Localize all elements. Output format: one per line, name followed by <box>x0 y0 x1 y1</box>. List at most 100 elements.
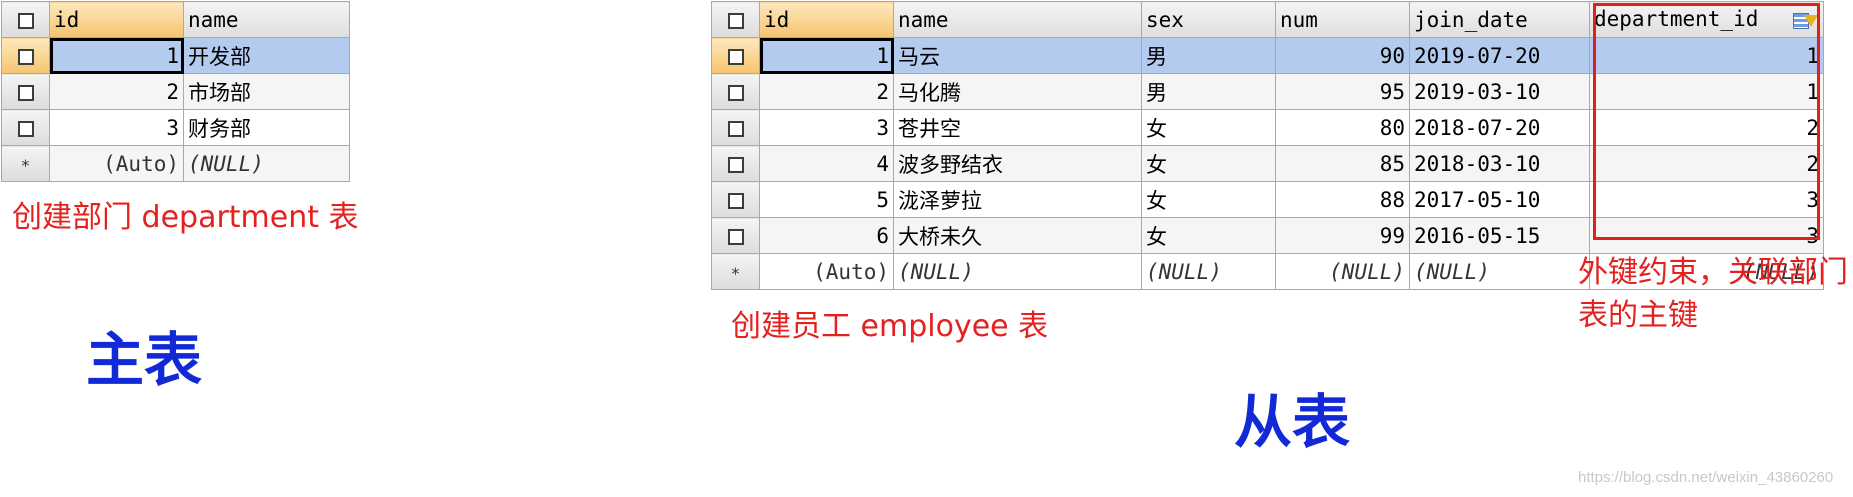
column-header-label: department_id <box>1594 6 1759 31</box>
checkbox-icon <box>727 120 744 137</box>
row-checkbox[interactable] <box>711 145 760 182</box>
cell-id[interactable]: 1 <box>49 37 184 74</box>
cell-id[interactable]: (Auto) <box>759 253 894 290</box>
cell-num[interactable]: 88 <box>1275 181 1410 218</box>
column-header-num[interactable]: num <box>1275 1 1410 38</box>
row-checkbox[interactable] <box>711 181 760 218</box>
cell-sex[interactable]: (NULL) <box>1141 253 1276 290</box>
checkbox-icon <box>727 84 744 101</box>
column-header-name[interactable]: name <box>183 1 350 38</box>
checkbox-icon <box>17 12 34 29</box>
cell-department-id[interactable]: 3 <box>1589 181 1824 218</box>
cell-num[interactable]: (NULL) <box>1275 253 1410 290</box>
column-header-department-id[interactable]: department_id <box>1589 1 1824 38</box>
table-row[interactable]: 1 马云 男 90 2019-07-20 1 <box>711 37 1824 74</box>
cell-department-id[interactable]: 2 <box>1589 109 1824 146</box>
cell-join-date[interactable]: (NULL) <box>1409 253 1590 290</box>
table-row[interactable]: 5 泷泽萝拉 女 88 2017-05-10 3 <box>711 181 1824 218</box>
table-row[interactable]: 4 波多野结衣 女 85 2018-03-10 2 <box>711 145 1824 182</box>
checkbox-icon <box>17 48 34 65</box>
row-checkbox[interactable] <box>711 109 760 146</box>
checkbox-icon <box>17 120 34 137</box>
checkbox-icon <box>727 48 744 65</box>
checkbox-icon <box>727 192 744 209</box>
department-grid: id name 1 开发部 2 市场部 3 财务部 * (Auto) (NULL… <box>1 1 350 182</box>
column-header-sex[interactable]: sex <box>1141 1 1276 38</box>
master-table-label: 主表 <box>86 326 203 394</box>
row-checkbox[interactable] <box>1 37 50 74</box>
table-row[interactable]: 2 市场部 <box>1 73 350 110</box>
cell-sex[interactable]: 女 <box>1141 217 1276 254</box>
cell-id[interactable]: 6 <box>759 217 894 254</box>
cell-name[interactable]: (NULL) <box>183 145 350 182</box>
cell-name[interactable]: 波多野结衣 <box>893 145 1142 182</box>
row-checkbox[interactable] <box>711 217 760 254</box>
row-checkbox[interactable] <box>711 73 760 110</box>
cell-name[interactable]: 马化腾 <box>893 73 1142 110</box>
cell-department-id[interactable]: 2 <box>1589 145 1824 182</box>
cell-department-id[interactable]: 3 <box>1589 217 1824 254</box>
table-row[interactable]: 3 苍井空 女 80 2018-07-20 2 <box>711 109 1824 146</box>
cell-join-date[interactable]: 2019-07-20 <box>1409 37 1590 74</box>
cell-id[interactable]: 2 <box>49 73 184 110</box>
cell-id[interactable]: 3 <box>49 109 184 146</box>
cell-num[interactable]: 85 <box>1275 145 1410 182</box>
checkbox-icon <box>727 228 744 245</box>
cell-sex[interactable]: 男 <box>1141 73 1276 110</box>
watermark: https://blog.csdn.net/weixin_43860260 <box>1578 469 1834 486</box>
table-row[interactable]: 1 开发部 <box>1 37 350 74</box>
cell-sex[interactable]: 男 <box>1141 37 1276 74</box>
new-row[interactable]: * (Auto) (NULL) <box>1 145 350 182</box>
row-checkbox[interactable] <box>1 109 50 146</box>
employee-grid: id name sex num join_date department_id … <box>711 1 1824 290</box>
cell-sex[interactable]: 女 <box>1141 109 1276 146</box>
cell-name[interactable]: 泷泽萝拉 <box>893 181 1142 218</box>
cell-join-date[interactable]: 2019-03-10 <box>1409 73 1590 110</box>
column-header-id[interactable]: id <box>49 1 184 38</box>
employee-caption: 创建员工 employee 表 <box>731 309 1049 344</box>
cell-id[interactable]: (Auto) <box>49 145 184 182</box>
cell-sex[interactable]: 女 <box>1141 145 1276 182</box>
row-checkbox[interactable] <box>1 73 50 110</box>
select-all-checkbox[interactable] <box>711 1 760 38</box>
table-row[interactable]: 2 马化腾 男 95 2019-03-10 1 <box>711 73 1824 110</box>
cell-id[interactable]: 4 <box>759 145 894 182</box>
select-all-checkbox[interactable] <box>1 1 50 38</box>
column-header-id[interactable]: id <box>759 1 894 38</box>
cell-name[interactable]: (NULL) <box>893 253 1142 290</box>
cell-id[interactable]: 1 <box>759 37 894 74</box>
cell-name[interactable]: 开发部 <box>183 37 350 74</box>
cell-num[interactable]: 95 <box>1275 73 1410 110</box>
cell-department-id[interactable]: 1 <box>1589 73 1824 110</box>
cell-join-date[interactable]: 2017-05-10 <box>1409 181 1590 218</box>
checkbox-icon <box>727 156 744 173</box>
department-caption: 创建部门 department 表 <box>12 200 359 235</box>
cell-id[interactable]: 5 <box>759 181 894 218</box>
new-row-marker: * <box>1 145 50 182</box>
cell-sex[interactable]: 女 <box>1141 181 1276 218</box>
cell-join-date[interactable]: 2018-03-10 <box>1409 145 1590 182</box>
table-row[interactable]: 6 大桥未久 女 99 2016-05-15 3 <box>711 217 1824 254</box>
table-row[interactable]: 3 财务部 <box>1 109 350 146</box>
cell-name[interactable]: 市场部 <box>183 73 350 110</box>
cell-num[interactable]: 99 <box>1275 217 1410 254</box>
cell-name[interactable]: 马云 <box>893 37 1142 74</box>
cell-num[interactable]: 80 <box>1275 109 1410 146</box>
cell-join-date[interactable]: 2018-07-20 <box>1409 109 1590 146</box>
cell-join-date[interactable]: 2016-05-15 <box>1409 217 1590 254</box>
filter-icon[interactable] <box>1793 11 1819 33</box>
cell-name[interactable]: 大桥未久 <box>893 217 1142 254</box>
cell-id[interactable]: 2 <box>759 73 894 110</box>
checkbox-icon <box>727 12 744 29</box>
column-header-name[interactable]: name <box>893 1 1142 38</box>
row-checkbox[interactable] <box>711 37 760 74</box>
column-header-join-date[interactable]: join_date <box>1409 1 1590 38</box>
cell-name[interactable]: 苍井空 <box>893 109 1142 146</box>
new-row-marker: * <box>711 253 760 290</box>
header-row: id name sex num join_date department_id <box>711 1 1824 38</box>
cell-id[interactable]: 3 <box>759 109 894 146</box>
slave-table-label: 从表 <box>1234 388 1351 456</box>
cell-name[interactable]: 财务部 <box>183 109 350 146</box>
cell-num[interactable]: 90 <box>1275 37 1410 74</box>
cell-department-id[interactable]: 1 <box>1589 37 1824 74</box>
